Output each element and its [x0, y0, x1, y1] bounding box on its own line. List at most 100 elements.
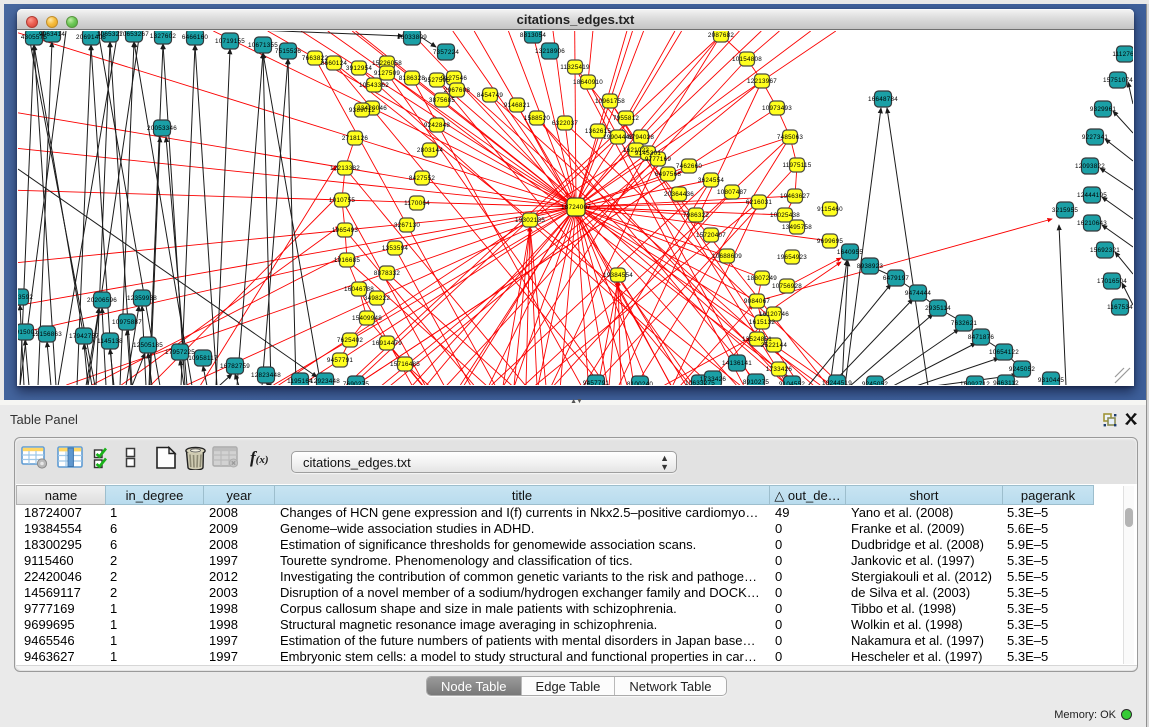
svg-text:1327602: 1327602	[150, 33, 177, 40]
svg-text:18807249: 18807249	[747, 275, 777, 282]
svg-text:2967608: 2967608	[444, 87, 471, 94]
svg-text:9127509: 9127509	[374, 70, 401, 77]
svg-text:6794028: 6794028	[628, 134, 655, 141]
svg-text:16648784: 16648784	[868, 96, 898, 103]
svg-text:9245052: 9245052	[862, 381, 889, 385]
svg-text:9146821: 9146821	[504, 102, 531, 109]
svg-text:12359938: 12359938	[127, 295, 157, 302]
svg-text:6216031: 6216031	[746, 199, 773, 206]
svg-text:10543362: 10543362	[359, 82, 389, 89]
svg-text:2935114: 2935114	[925, 305, 951, 312]
svg-text:3875685: 3875685	[429, 97, 456, 104]
svg-text:3912954: 3912954	[346, 65, 373, 72]
svg-text:9127546: 9127546	[441, 75, 468, 82]
svg-text:1145138: 1145138	[97, 338, 123, 345]
svg-text:8303592: 8303592	[18, 294, 33, 301]
svg-text:9063414: 9063414	[39, 31, 66, 38]
svg-text:10154808: 10154808	[732, 56, 762, 63]
svg-text:1010755: 1010755	[329, 197, 356, 204]
svg-text:10961758: 10961758	[595, 98, 625, 105]
svg-text:10973493: 10973493	[762, 105, 792, 112]
svg-text:1640955: 1640955	[837, 249, 864, 256]
svg-text:9457791: 9457791	[583, 380, 610, 385]
svg-text:9245052: 9245052	[1009, 366, 1036, 373]
svg-text:10244519: 10244519	[822, 380, 852, 385]
svg-text:7625402: 7625402	[337, 337, 364, 344]
svg-text:8427552: 8427552	[409, 175, 436, 182]
svg-text:9115460: 9115460	[817, 206, 843, 213]
svg-text:2803144: 2803144	[417, 147, 444, 154]
svg-text:19384554: 19384554	[603, 272, 633, 279]
svg-text:7462660: 7462660	[676, 163, 703, 170]
svg-text:20206596: 20206596	[87, 297, 117, 304]
svg-text:10975887: 10975887	[112, 319, 142, 326]
svg-text:9227341: 9227341	[1082, 134, 1109, 141]
svg-text:15226058: 15226058	[372, 60, 402, 67]
svg-text:1353594: 1353594	[382, 245, 409, 252]
svg-text:7955812: 7955812	[613, 115, 640, 122]
svg-text:15720407: 15720407	[696, 232, 726, 239]
svg-text:9242848: 9242848	[424, 122, 451, 129]
svg-text:9310445: 9310445	[1038, 377, 1065, 384]
svg-text:6466160: 6466160	[182, 34, 209, 41]
svg-text:7986322: 7986322	[683, 212, 710, 219]
svg-text:16782759: 16782759	[220, 363, 250, 370]
svg-text:3498222: 3498222	[364, 295, 391, 302]
svg-text:12505185: 12505185	[133, 342, 163, 349]
svg-text:18640910: 18640910	[573, 79, 603, 86]
svg-text:12093822: 12093822	[1075, 163, 1105, 170]
svg-text:10653267: 10653267	[119, 31, 149, 38]
svg-text:3267130: 3267130	[394, 222, 421, 229]
svg-text:1733426: 1733426	[700, 376, 727, 383]
svg-text:16914479: 16914479	[372, 340, 402, 347]
svg-text:15751074: 15751074	[1103, 77, 1133, 84]
svg-text:20364436: 20364436	[664, 191, 694, 198]
svg-text:9474444: 9474444	[905, 290, 932, 297]
svg-text:10756928: 10756928	[772, 283, 802, 290]
svg-text:9389012: 9389012	[349, 107, 376, 114]
svg-text:9463112: 9463112	[993, 380, 1019, 385]
svg-text:9777169: 9777169	[645, 156, 672, 163]
svg-text:7515526: 7515526	[275, 48, 302, 55]
svg-text:8471876: 8471876	[968, 334, 995, 341]
svg-text:8186328: 8186328	[399, 75, 426, 82]
svg-text:10025438: 10025438	[770, 212, 800, 219]
svg-text:1615132: 1615132	[749, 319, 776, 326]
svg-text:18724007: 18724007	[561, 204, 591, 211]
svg-text:16120746: 16120746	[759, 311, 789, 318]
svg-text:13218906: 13218906	[535, 48, 565, 55]
svg-text:10688609: 10688609	[712, 253, 742, 260]
svg-text:8454749: 8454749	[477, 92, 504, 99]
svg-text:12444195: 12444195	[1077, 192, 1107, 199]
svg-text:8813054: 8813054	[520, 32, 547, 39]
svg-text:16046788: 16046788	[344, 286, 374, 293]
svg-text:6497568: 6497568	[655, 171, 682, 178]
svg-text:11325419: 11325419	[560, 64, 590, 71]
svg-text:17942757: 17942757	[69, 333, 99, 340]
svg-text:12156863: 12156863	[32, 331, 62, 338]
svg-text:19654923: 19654923	[777, 254, 807, 261]
svg-text:7690275: 7690275	[343, 381, 370, 385]
svg-text:9457791: 9457791	[327, 357, 354, 364]
svg-text:15409948: 15409948	[352, 315, 382, 322]
svg-text:14136141: 14136141	[722, 360, 752, 367]
svg-text:9329961: 9329961	[1090, 106, 1117, 113]
svg-text:3215955: 3215955	[1052, 207, 1079, 214]
svg-text:15716485: 15716485	[390, 361, 420, 368]
svg-text:9699695: 9699695	[817, 238, 844, 245]
svg-text:10671355: 10671355	[248, 42, 278, 49]
svg-text:8878332: 8878332	[374, 270, 401, 277]
svg-text:6479197: 6479197	[883, 275, 910, 282]
svg-text:1112765: 1112765	[1112, 51, 1133, 58]
svg-text:10807487: 10807487	[717, 189, 747, 196]
svg-text:6322037: 6322037	[552, 120, 579, 127]
svg-text:19463627: 19463627	[780, 193, 810, 200]
svg-text:10719155: 10719155	[215, 38, 245, 45]
svg-text:11975115: 11975115	[782, 162, 811, 169]
svg-text:15692321: 15692321	[1090, 247, 1120, 254]
svg-text:8938923: 8938923	[857, 263, 884, 270]
svg-text:1588520: 1588520	[524, 115, 551, 122]
svg-text:7357224: 7357224	[433, 49, 460, 56]
svg-text:9104552: 9104552	[779, 381, 806, 385]
svg-text:7485063: 7485063	[777, 134, 804, 141]
